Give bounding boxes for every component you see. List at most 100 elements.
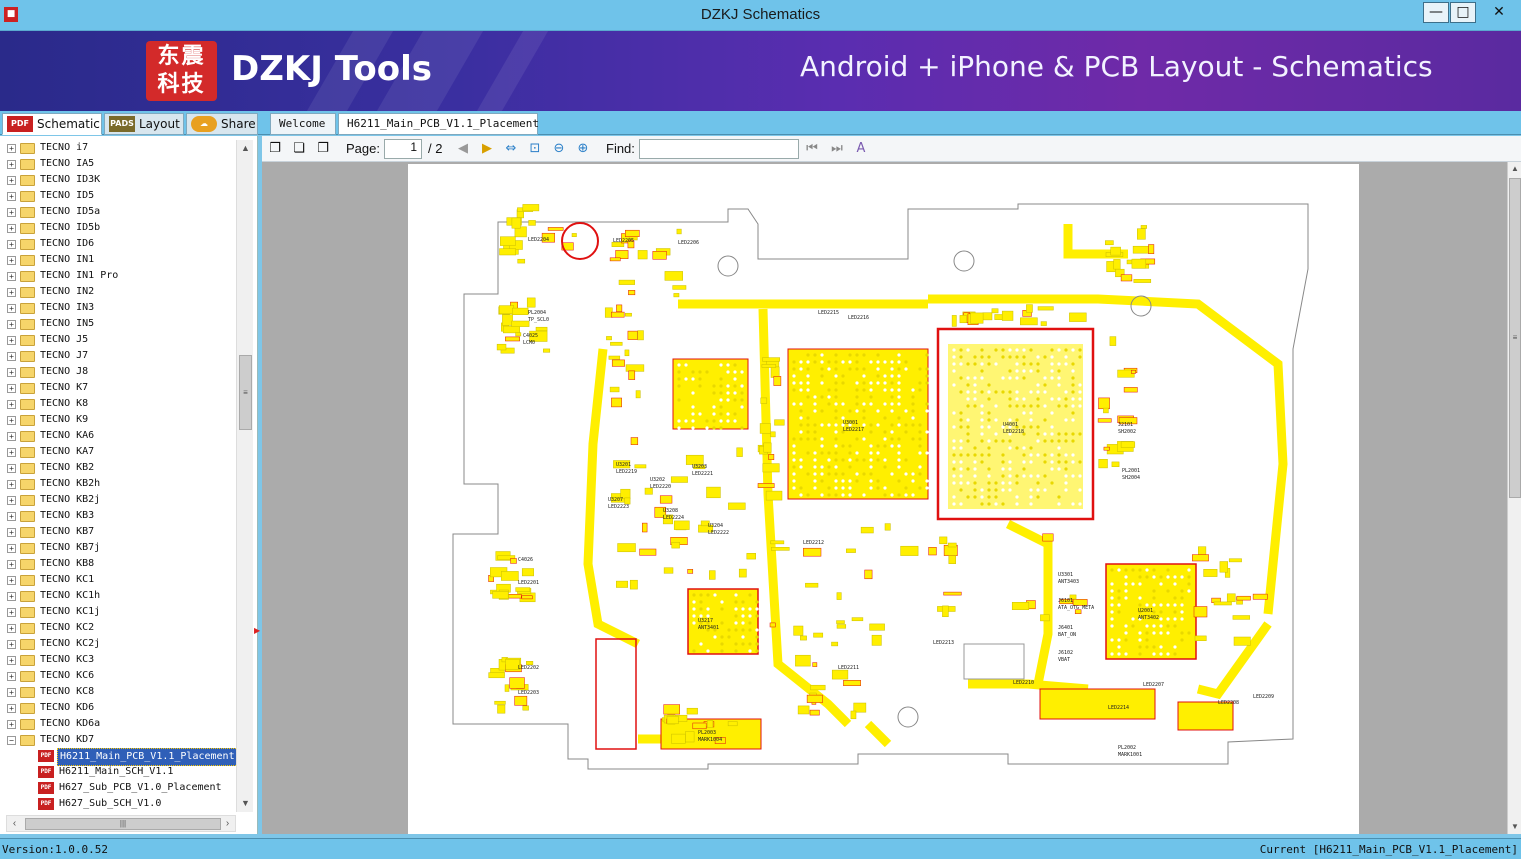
tree-folder[interactable]: + TECNO i7 bbox=[0, 140, 236, 156]
splitter-arrow-icon[interactable]: ▶ bbox=[254, 626, 260, 635]
expand-icon[interactable]: + bbox=[7, 208, 16, 217]
tree-folder[interactable]: + TECNO KB8 bbox=[0, 556, 236, 572]
tab-layout[interactable]: PADS Layout bbox=[104, 113, 184, 135]
tree-folder[interactable]: + TECNO KB2 bbox=[0, 460, 236, 476]
expand-icon[interactable]: + bbox=[7, 624, 16, 633]
expand-icon[interactable]: + bbox=[7, 592, 16, 601]
expand-icon[interactable]: + bbox=[7, 368, 16, 377]
page-view-icon[interactable]: ❏ bbox=[290, 140, 308, 158]
expand-icon[interactable]: + bbox=[7, 400, 16, 409]
expand-icon[interactable]: + bbox=[7, 608, 16, 617]
close-button[interactable]: ✕ bbox=[1477, 2, 1521, 23]
tree-folder[interactable]: + TECNO IN2 bbox=[0, 284, 236, 300]
expand-icon[interactable]: + bbox=[7, 160, 16, 169]
tree-folder[interactable]: + TECNO KB7j bbox=[0, 540, 236, 556]
fit-width-icon[interactable]: ⇔ bbox=[502, 140, 520, 158]
tree-folder[interactable]: + TECNO K9 bbox=[0, 412, 236, 428]
expand-icon[interactable]: + bbox=[7, 224, 16, 233]
tree-folder[interactable]: + TECNO KC1h bbox=[0, 588, 236, 604]
find-input[interactable] bbox=[639, 139, 799, 159]
minimize-button[interactable]: — bbox=[1423, 2, 1449, 23]
tree-folder[interactable]: + TECNO KA7 bbox=[0, 444, 236, 460]
tree-folder[interactable]: + TECNO ID5b bbox=[0, 220, 236, 236]
tree-folder[interactable]: + TECNO KC1j bbox=[0, 604, 236, 620]
expand-icon[interactable]: + bbox=[7, 176, 16, 185]
highlight-text-icon[interactable]: A bbox=[852, 140, 870, 158]
expand-icon[interactable]: + bbox=[7, 320, 16, 329]
tree-folder[interactable]: + TECNO KA6 bbox=[0, 428, 236, 444]
expand-icon[interactable]: + bbox=[7, 384, 16, 393]
tree-folder[interactable]: + TECNO IN5 bbox=[0, 316, 236, 332]
expand-icon[interactable]: − bbox=[7, 736, 16, 745]
scroll-thumb[interactable]: ≡ bbox=[239, 355, 252, 430]
tree-folder[interactable]: + TECNO IN1 bbox=[0, 252, 236, 268]
tree-folder[interactable]: + TECNO ID6 bbox=[0, 236, 236, 252]
tree-folder[interactable]: + TECNO KC6 bbox=[0, 668, 236, 684]
viewer-vertical-scrollbar[interactable]: ▲ ≡ ▼ bbox=[1507, 162, 1521, 834]
tree-folder[interactable]: + TECNO ID5a bbox=[0, 204, 236, 220]
tree-folder[interactable]: + TECNO ID5 bbox=[0, 188, 236, 204]
expand-icon[interactable]: + bbox=[7, 576, 16, 585]
expand-icon[interactable]: + bbox=[7, 448, 16, 457]
expand-icon[interactable]: + bbox=[7, 192, 16, 201]
expand-icon[interactable]: + bbox=[7, 240, 16, 249]
tree-folder[interactable]: + TECNO IA5 bbox=[0, 156, 236, 172]
scroll-up-icon[interactable]: ▲ bbox=[1508, 162, 1521, 176]
tree-folder[interactable]: + TECNO KD6 bbox=[0, 700, 236, 716]
tree-file[interactable]: PDF H627_Sub_SCH_V1.0 bbox=[0, 796, 236, 812]
expand-icon[interactable]: + bbox=[7, 432, 16, 441]
scroll-left-icon[interactable]: ‹ bbox=[7, 816, 22, 831]
tab-schematic[interactable]: PDF Schematic bbox=[2, 113, 102, 135]
fit-page-icon[interactable]: ⊡ bbox=[526, 140, 544, 158]
expand-icon[interactable]: + bbox=[7, 288, 16, 297]
tree-folder[interactable]: + TECNO KD6a bbox=[0, 716, 236, 732]
tree-file[interactable]: PDF H627_Sub_PCB_V1.0_Placement bbox=[0, 780, 236, 796]
scroll-right-icon[interactable]: › bbox=[220, 816, 235, 831]
tree-file[interactable]: PDF H6211_Main_SCH_V1.1 bbox=[0, 764, 236, 780]
expand-icon[interactable]: + bbox=[7, 256, 16, 265]
tree-horizontal-scrollbar[interactable]: ‹ ||| › bbox=[6, 815, 236, 832]
expand-icon[interactable]: + bbox=[7, 464, 16, 473]
expand-icon[interactable]: + bbox=[7, 304, 16, 313]
expand-icon[interactable]: + bbox=[7, 352, 16, 361]
tree-folder[interactable]: + TECNO KC3 bbox=[0, 652, 236, 668]
tree-folder[interactable]: + TECNO KC1 bbox=[0, 572, 236, 588]
expand-icon[interactable]: + bbox=[7, 672, 16, 681]
copy-icon[interactable]: ❐ bbox=[266, 140, 284, 158]
tree-folder[interactable]: + TECNO K8 bbox=[0, 396, 236, 412]
tree-folder[interactable]: + TECNO J5 bbox=[0, 332, 236, 348]
two-page-icon[interactable]: ❐ bbox=[314, 140, 332, 158]
expand-icon[interactable]: + bbox=[7, 144, 16, 153]
expand-icon[interactable]: + bbox=[7, 688, 16, 697]
tree-folder[interactable]: + TECNO K7 bbox=[0, 380, 236, 396]
tab-share[interactable]: ☁ Share bbox=[186, 113, 258, 135]
expand-icon[interactable]: + bbox=[7, 512, 16, 521]
expand-icon[interactable]: + bbox=[7, 496, 16, 505]
expand-icon[interactable]: + bbox=[7, 560, 16, 569]
tree-folder[interactable]: + TECNO KB2j bbox=[0, 492, 236, 508]
expand-icon[interactable]: + bbox=[7, 544, 16, 553]
tree-folder[interactable]: + TECNO KC2 bbox=[0, 620, 236, 636]
find-prev-icon[interactable]: ⏮ bbox=[803, 140, 821, 158]
expand-icon[interactable]: + bbox=[7, 656, 16, 665]
expand-icon[interactable]: + bbox=[7, 272, 16, 281]
tree-folder[interactable]: + TECNO ID3K bbox=[0, 172, 236, 188]
expand-icon[interactable]: + bbox=[7, 704, 16, 713]
expand-icon[interactable]: + bbox=[7, 528, 16, 537]
tree-folder[interactable]: + TECNO KC2j bbox=[0, 636, 236, 652]
tree-folder[interactable]: + TECNO KB2h bbox=[0, 476, 236, 492]
next-page-icon[interactable]: ▶ bbox=[478, 140, 496, 158]
scroll-up-icon[interactable]: ▲ bbox=[237, 140, 254, 157]
prev-page-icon[interactable]: ◀ bbox=[454, 140, 472, 158]
find-next-icon[interactable]: ⏭ bbox=[828, 140, 846, 158]
maximize-button[interactable]: □ bbox=[1450, 2, 1476, 23]
zoom-in-icon[interactable]: ⊕ bbox=[574, 140, 592, 158]
page-number-input[interactable]: 1 bbox=[384, 139, 422, 159]
expand-icon[interactable]: + bbox=[7, 480, 16, 489]
scroll-thumb[interactable]: ≡ bbox=[1509, 178, 1521, 498]
tree-file[interactable]: PDF H6211_Main_PCB_V1.1_Placement bbox=[0, 748, 236, 766]
pdf-viewer[interactable]: U3001 U4001 U3201 U3202 U3203 U3204 U3207 U3208… bbox=[262, 162, 1507, 834]
tree-folder[interactable]: + TECNO KC8 bbox=[0, 684, 236, 700]
tree-folder[interactable]: + TECNO IN1 Pro bbox=[0, 268, 236, 284]
tree-folder[interactable]: + TECNO KB7 bbox=[0, 524, 236, 540]
